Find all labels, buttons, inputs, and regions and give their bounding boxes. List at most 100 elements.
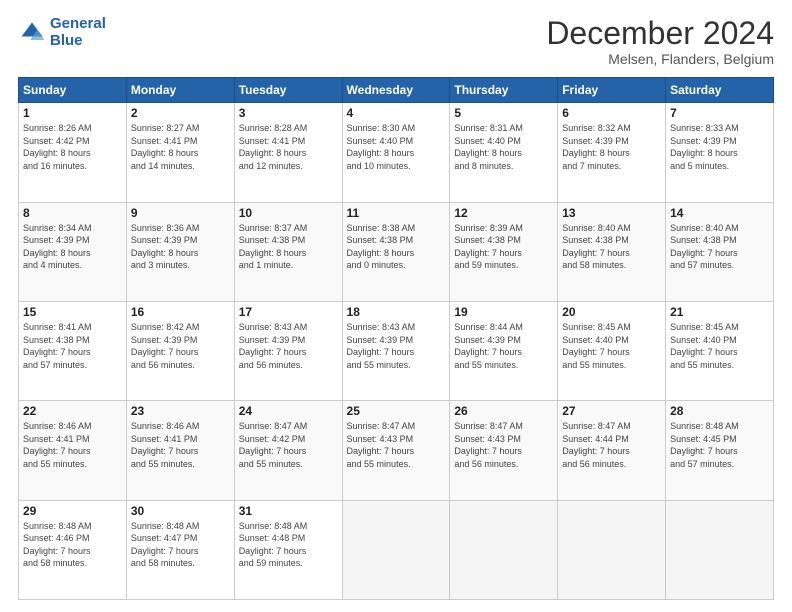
- calendar-cell: 3 Sunrise: 8:28 AM Sunset: 4:41 PM Daylig…: [234, 103, 342, 202]
- day-info: Sunrise: 8:43 AM Sunset: 4:39 PM Dayligh…: [347, 321, 446, 371]
- day-info: Sunrise: 8:46 AM Sunset: 4:41 PM Dayligh…: [131, 420, 230, 470]
- day-info: Sunrise: 8:47 AM Sunset: 4:42 PM Dayligh…: [239, 420, 338, 470]
- calendar-cell: 14 Sunrise: 8:40 AM Sunset: 4:38 PM Dayli…: [666, 202, 774, 301]
- day-number: 25: [347, 404, 446, 418]
- day-info: Sunrise: 8:42 AM Sunset: 4:39 PM Dayligh…: [131, 321, 230, 371]
- day-number: 31: [239, 504, 338, 518]
- day-number: 27: [562, 404, 661, 418]
- calendar-cell: 24 Sunrise: 8:47 AM Sunset: 4:42 PM Dayli…: [234, 401, 342, 500]
- day-number: 12: [454, 206, 553, 220]
- day-info: Sunrise: 8:31 AM Sunset: 4:40 PM Dayligh…: [454, 122, 553, 172]
- day-number: 15: [23, 305, 122, 319]
- calendar-cell: 4Sunrise: 8:30 AM Sunset: 4:40 PM Daylig…: [342, 103, 450, 202]
- calendar-cell: 30 Sunrise: 8:48 AM Sunset: 4:47 PM Dayli…: [126, 500, 234, 599]
- day-info: Sunrise: 8:47 AM Sunset: 4:43 PM Dayligh…: [347, 420, 446, 470]
- day-info: Sunrise: 8:47 AM Sunset: 4:43 PM Dayligh…: [454, 420, 553, 470]
- day-number: 23: [131, 404, 230, 418]
- page: General Blue December 2024 Melsen, Fland…: [0, 0, 792, 612]
- calendar-cell: 12 Sunrise: 8:39 AM Sunset: 4:38 PM Dayli…: [450, 202, 558, 301]
- day-number: 10: [239, 206, 338, 220]
- day-number: 3: [239, 106, 338, 120]
- day-number: 6: [562, 106, 661, 120]
- calendar-cell: 25 Sunrise: 8:47 AM Sunset: 4:43 PM Dayli…: [342, 401, 450, 500]
- calendar-cell: 29Sunrise: 8:48 AM Sunset: 4:46 PM Dayli…: [19, 500, 127, 599]
- calendar-cell: 19Sunrise: 8:44 AM Sunset: 4:39 PM Dayli…: [450, 301, 558, 400]
- calendar-cell: 9 Sunrise: 8:36 AM Sunset: 4:39 PM Daylig…: [126, 202, 234, 301]
- day-number: 2: [131, 106, 230, 120]
- day-number: 16: [131, 305, 230, 319]
- day-info: Sunrise: 8:26 AM Sunset: 4:42 PM Dayligh…: [23, 122, 122, 172]
- calendar-cell: 22Sunrise: 8:46 AM Sunset: 4:41 PM Dayli…: [19, 401, 127, 500]
- day-number: 20: [562, 305, 661, 319]
- header: General Blue December 2024 Melsen, Fland…: [18, 16, 774, 67]
- calendar-cell: [342, 500, 450, 599]
- day-info: Sunrise: 8:48 AM Sunset: 4:47 PM Dayligh…: [131, 520, 230, 570]
- calendar-header-row: Sunday Monday Tuesday Wednesday Thursday…: [19, 78, 774, 103]
- col-friday: Friday: [558, 78, 666, 103]
- col-sunday: Sunday: [19, 78, 127, 103]
- day-info: Sunrise: 8:30 AM Sunset: 4:40 PM Dayligh…: [347, 122, 446, 172]
- logo-icon: [18, 19, 46, 47]
- subtitle: Melsen, Flanders, Belgium: [546, 51, 774, 67]
- calendar-cell: 17Sunrise: 8:43 AM Sunset: 4:39 PM Dayli…: [234, 301, 342, 400]
- calendar-cell: 28Sunrise: 8:48 AM Sunset: 4:45 PM Dayli…: [666, 401, 774, 500]
- calendar-cell: 16 Sunrise: 8:42 AM Sunset: 4:39 PM Dayli…: [126, 301, 234, 400]
- calendar-cell: 18 Sunrise: 8:43 AM Sunset: 4:39 PM Dayli…: [342, 301, 450, 400]
- calendar-cell: 1 Sunrise: 8:26 AM Sunset: 4:42 PM Daylig…: [19, 103, 127, 202]
- day-number: 13: [562, 206, 661, 220]
- day-info: Sunrise: 8:38 AM Sunset: 4:38 PM Dayligh…: [347, 222, 446, 272]
- day-info: Sunrise: 8:33 AM Sunset: 4:39 PM Dayligh…: [670, 122, 769, 172]
- calendar-cell: 2Sunrise: 8:27 AM Sunset: 4:41 PM Daylig…: [126, 103, 234, 202]
- calendar-cell: 20Sunrise: 8:45 AM Sunset: 4:40 PM Dayli…: [558, 301, 666, 400]
- col-thursday: Thursday: [450, 78, 558, 103]
- day-info: Sunrise: 8:36 AM Sunset: 4:39 PM Dayligh…: [131, 222, 230, 272]
- day-info: Sunrise: 8:40 AM Sunset: 4:38 PM Dayligh…: [670, 222, 769, 272]
- calendar-cell: 8Sunrise: 8:34 AM Sunset: 4:39 PM Daylig…: [19, 202, 127, 301]
- logo: General Blue: [18, 16, 106, 49]
- day-info: Sunrise: 8:39 AM Sunset: 4:38 PM Dayligh…: [454, 222, 553, 272]
- day-info: Sunrise: 8:43 AM Sunset: 4:39 PM Dayligh…: [239, 321, 338, 371]
- day-number: 1: [23, 106, 122, 120]
- calendar-cell: 26 Sunrise: 8:47 AM Sunset: 4:43 PM Dayli…: [450, 401, 558, 500]
- day-info: Sunrise: 8:34 AM Sunset: 4:39 PM Dayligh…: [23, 222, 122, 272]
- calendar-table: Sunday Monday Tuesday Wednesday Thursday…: [18, 77, 774, 600]
- col-tuesday: Tuesday: [234, 78, 342, 103]
- main-title: December 2024: [546, 16, 774, 51]
- calendar-cell: 11Sunrise: 8:38 AM Sunset: 4:38 PM Dayli…: [342, 202, 450, 301]
- day-number: 19: [454, 305, 553, 319]
- calendar-cell: 23 Sunrise: 8:46 AM Sunset: 4:41 PM Dayli…: [126, 401, 234, 500]
- calendar-week-1: 1 Sunrise: 8:26 AM Sunset: 4:42 PM Daylig…: [19, 103, 774, 202]
- day-info: Sunrise: 8:32 AM Sunset: 4:39 PM Dayligh…: [562, 122, 661, 172]
- day-number: 9: [131, 206, 230, 220]
- day-number: 30: [131, 504, 230, 518]
- calendar-week-3: 15Sunrise: 8:41 AM Sunset: 4:38 PM Dayli…: [19, 301, 774, 400]
- col-saturday: Saturday: [666, 78, 774, 103]
- day-number: 26: [454, 404, 553, 418]
- calendar-week-4: 22Sunrise: 8:46 AM Sunset: 4:41 PM Dayli…: [19, 401, 774, 500]
- col-wednesday: Wednesday: [342, 78, 450, 103]
- calendar-cell: 6 Sunrise: 8:32 AM Sunset: 4:39 PM Daylig…: [558, 103, 666, 202]
- calendar-cell: 5 Sunrise: 8:31 AM Sunset: 4:40 PM Daylig…: [450, 103, 558, 202]
- day-number: 14: [670, 206, 769, 220]
- calendar-cell: 21Sunrise: 8:45 AM Sunset: 4:40 PM Dayli…: [666, 301, 774, 400]
- day-info: Sunrise: 8:45 AM Sunset: 4:40 PM Dayligh…: [670, 321, 769, 371]
- day-info: Sunrise: 8:46 AM Sunset: 4:41 PM Dayligh…: [23, 420, 122, 470]
- day-number: 5: [454, 106, 553, 120]
- title-block: December 2024 Melsen, Flanders, Belgium: [546, 16, 774, 67]
- day-number: 29: [23, 504, 122, 518]
- day-info: Sunrise: 8:28 AM Sunset: 4:41 PM Dayligh…: [239, 122, 338, 172]
- calendar-week-5: 29Sunrise: 8:48 AM Sunset: 4:46 PM Dayli…: [19, 500, 774, 599]
- calendar-cell: 15Sunrise: 8:41 AM Sunset: 4:38 PM Dayli…: [19, 301, 127, 400]
- day-number: 18: [347, 305, 446, 319]
- calendar-cell: 13 Sunrise: 8:40 AM Sunset: 4:38 PM Dayli…: [558, 202, 666, 301]
- col-monday: Monday: [126, 78, 234, 103]
- calendar-cell: [450, 500, 558, 599]
- day-number: 7: [670, 106, 769, 120]
- calendar-week-2: 8Sunrise: 8:34 AM Sunset: 4:39 PM Daylig…: [19, 202, 774, 301]
- day-number: 24: [239, 404, 338, 418]
- day-info: Sunrise: 8:37 AM Sunset: 4:38 PM Dayligh…: [239, 222, 338, 272]
- logo-text: General Blue: [50, 16, 106, 49]
- day-info: Sunrise: 8:47 AM Sunset: 4:44 PM Dayligh…: [562, 420, 661, 470]
- day-info: Sunrise: 8:40 AM Sunset: 4:38 PM Dayligh…: [562, 222, 661, 272]
- day-info: Sunrise: 8:48 AM Sunset: 4:45 PM Dayligh…: [670, 420, 769, 470]
